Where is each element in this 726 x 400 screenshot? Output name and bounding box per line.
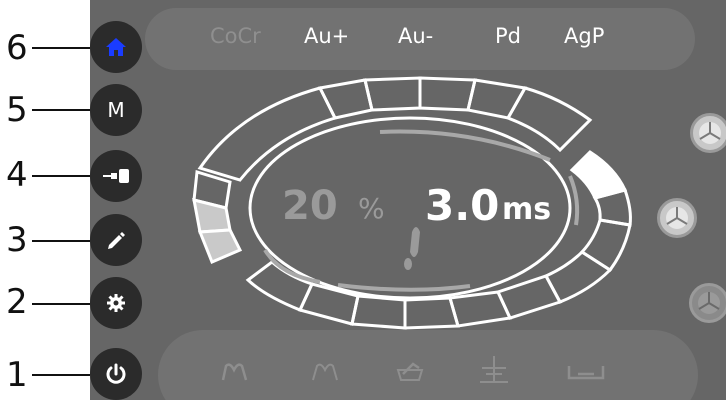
gauge-segment — [579, 218, 632, 273]
pulse-time-value: 3.0 — [425, 181, 500, 230]
callout-column: 6 5 4 3 2 1 — [0, 0, 98, 400]
electrode-icon — [666, 207, 688, 229]
device-screen: CoCr Au+ Au- Pd AgP M 20 % 3.0 ms — [90, 0, 726, 400]
callout-3-arrow — [32, 236, 98, 246]
bridge-icon[interactable] — [566, 360, 606, 382]
gauge-segment — [317, 78, 374, 120]
electrode-button-1[interactable] — [690, 113, 726, 153]
gauge-segment — [505, 86, 593, 153]
gauge-segment — [192, 197, 232, 234]
callout-4-arrow — [32, 171, 98, 181]
gauge-segment — [418, 76, 477, 112]
callout-2-arrow — [32, 299, 98, 309]
callout-5-arrow — [32, 105, 98, 115]
gauge-segment — [363, 76, 422, 112]
gauge-segment — [197, 228, 243, 264]
gauge-segment — [245, 260, 315, 312]
callout-1-arrow — [32, 370, 98, 380]
lower-progress-arc — [337, 283, 471, 292]
electrode-icon — [698, 292, 720, 314]
implant-icon[interactable] — [478, 354, 510, 384]
electrode-button-3[interactable] — [689, 283, 726, 323]
power-percent-value: 20 — [282, 183, 338, 229]
electrode-button-2[interactable] — [657, 198, 697, 238]
gauge-segment — [403, 296, 460, 330]
power-percent-unit: % — [358, 192, 385, 225]
pulse-time-unit: ms — [502, 192, 552, 227]
electrode-icon — [699, 122, 721, 144]
callout-6-arrow — [32, 43, 98, 53]
crown-icon[interactable] — [395, 360, 427, 384]
gauge-segment — [350, 294, 407, 330]
callout-2: 2 — [6, 282, 28, 322]
pulse-gauge — [192, 76, 632, 330]
arch-icon[interactable] — [310, 360, 342, 382]
gauge-segment — [466, 78, 528, 120]
foot-pedal-icon — [410, 227, 420, 257]
right-progress-arc — [568, 175, 580, 226]
gauge-segment — [448, 290, 513, 328]
wave-icon[interactable] — [220, 360, 252, 382]
